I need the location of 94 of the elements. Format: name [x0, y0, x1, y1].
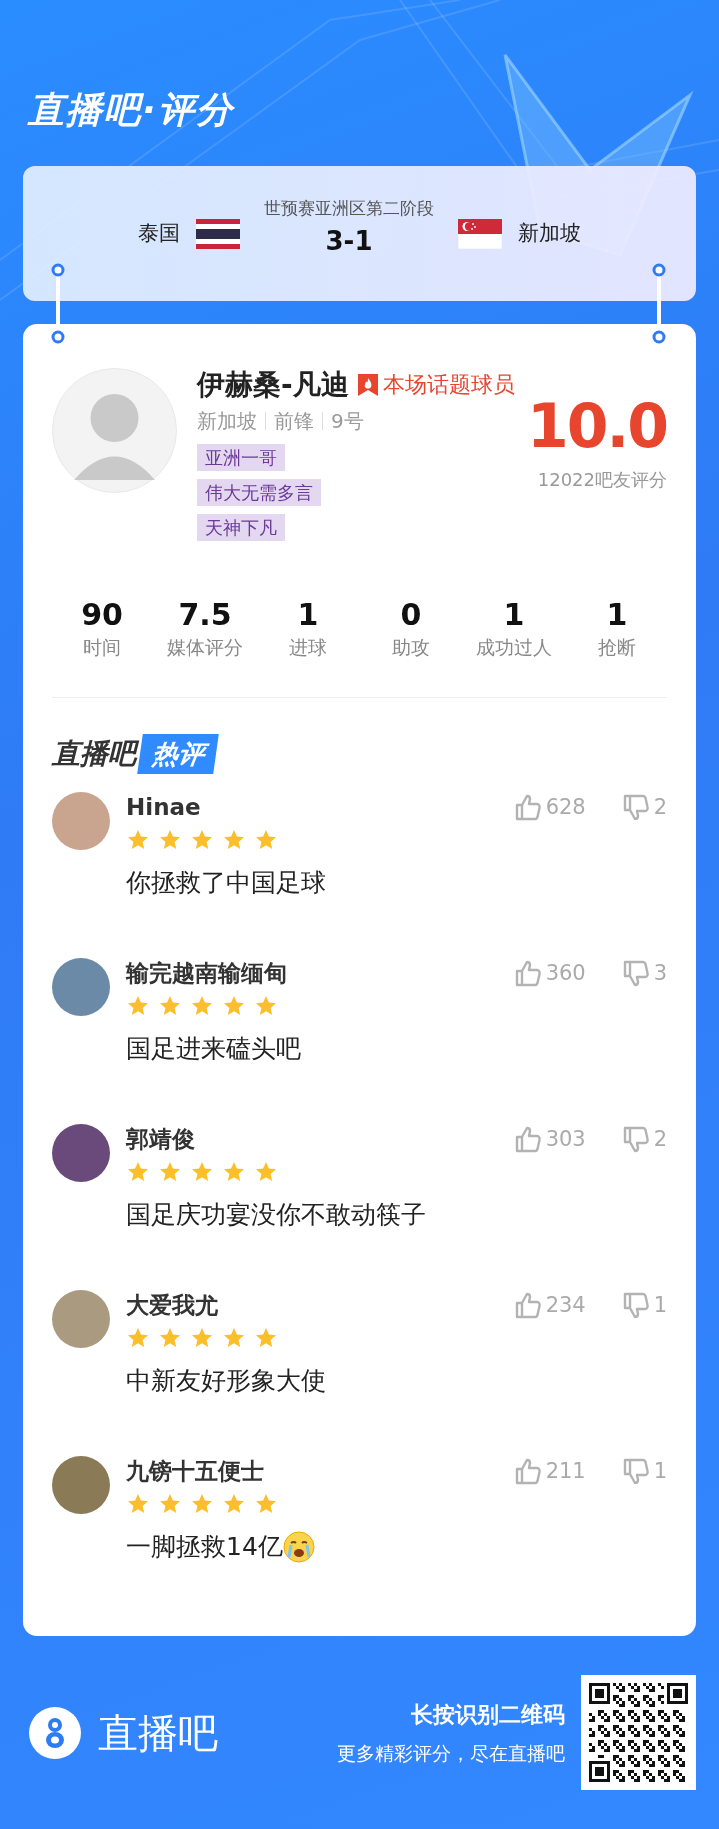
star-icon [190, 1492, 214, 1516]
star-icon [254, 994, 278, 1018]
user-name: 大爱我尤 [126, 1291, 218, 1320]
dislike-count: 1 [653, 1458, 667, 1485]
like-count: 303 [545, 1126, 586, 1153]
stat-value: 1 [606, 597, 628, 633]
rating-count: 12022吧友评分 [537, 468, 667, 492]
stat-label: 抢断 [598, 635, 636, 660]
stat-label: 进球 [289, 635, 327, 660]
footer-slogan: 更多精彩评分，尽在直播吧 [337, 1740, 565, 1766]
player-info: 前锋 [274, 408, 314, 435]
player-tag: 伟大无需多言 [197, 479, 321, 506]
user-avatar-placeholder [52, 1290, 110, 1348]
player-name: 伊赫桑-凡迪 [197, 368, 349, 402]
flame-bookmark-icon [356, 373, 379, 397]
thumbs-down-icon[interactable] [621, 1125, 650, 1153]
competition-name: 世预赛亚洲区第二阶段 [264, 197, 434, 221]
star-icon [222, 1492, 246, 1516]
comment-text: 一脚拯救14亿 [126, 1531, 283, 1563]
star-icon [254, 1492, 278, 1516]
stat-label: 媒体评分 [167, 635, 243, 660]
user-avatar-placeholder [52, 1124, 110, 1182]
dislike-count: 3 [653, 960, 667, 987]
stat-value: 1 [297, 597, 319, 633]
star-icon [190, 994, 214, 1018]
thumbs-down-icon[interactable] [621, 1291, 650, 1319]
star-icon [254, 828, 278, 852]
thumbs-down-icon[interactable] [621, 959, 650, 987]
player-rating: 10.0 [526, 394, 667, 458]
dislike-count: 2 [653, 1126, 667, 1153]
like-count: 234 [545, 1292, 586, 1319]
stat-label: 成功过人 [476, 635, 552, 660]
like-count: 360 [545, 960, 586, 987]
star-icon [190, 1160, 214, 1184]
stat-value: 90 [81, 597, 123, 633]
player-tag: 天神下凡 [197, 514, 285, 541]
stat-label: 助攻 [392, 635, 430, 660]
logo-icon [28, 1705, 82, 1760]
star-icon [126, 1492, 150, 1516]
comment-text: 中新友好形象大使 [126, 1365, 326, 1397]
star-icon [222, 994, 246, 1018]
thumbs-up-icon[interactable] [513, 959, 542, 987]
player-tag: 亚洲一哥 [197, 444, 285, 471]
comment-text: 国足进来磕头吧 [126, 1033, 301, 1065]
user-name: 郭靖俊 [126, 1125, 195, 1154]
star-icon [158, 828, 182, 852]
star-icon [254, 1160, 278, 1184]
like-count: 628 [545, 794, 586, 821]
star-icon [222, 828, 246, 852]
user-name: Hinae [126, 793, 201, 822]
like-count: 211 [545, 1458, 586, 1485]
qr-code-prompt: 长按识别二维码 [411, 1700, 565, 1729]
user-avatar-placeholder [52, 792, 110, 850]
dislike-count: 1 [653, 1292, 667, 1319]
thumbs-up-icon[interactable] [513, 1291, 542, 1319]
comment-text: 你拯救了中国足球 [126, 867, 326, 899]
star-icon [158, 994, 182, 1018]
user-avatar-placeholder [52, 1456, 110, 1514]
team-name: 新加坡 [518, 219, 581, 247]
star-icon [222, 1160, 246, 1184]
thumbs-up-icon[interactable] [513, 1125, 542, 1153]
star-icon [126, 1326, 150, 1350]
comment-text: 国足庆功宴没你不敢动筷子 [126, 1199, 426, 1231]
brand-name: 直播吧 [98, 1708, 218, 1757]
star-icon [158, 1326, 182, 1350]
stat-label: 时间 [83, 635, 121, 660]
match-score: 3-1 [325, 224, 373, 258]
thumbs-down-icon[interactable] [621, 1457, 650, 1485]
player-info: 新加坡 [197, 408, 257, 435]
flag-icon [196, 218, 240, 249]
dislike-count: 2 [653, 794, 667, 821]
stat-value: 1 [503, 597, 525, 633]
star-icon [126, 994, 150, 1018]
stat-value: 7.5 [178, 597, 232, 633]
star-icon [222, 1326, 246, 1350]
star-icon [126, 828, 150, 852]
stat-value: 0 [400, 597, 422, 633]
thumbs-up-icon[interactable] [513, 1457, 542, 1485]
topic-player-label: 本场话题球员 [382, 371, 515, 399]
star-icon [126, 1160, 150, 1184]
star-icon [190, 1326, 214, 1350]
star-icon [254, 1326, 278, 1350]
star-icon [158, 1160, 182, 1184]
user-avatar-placeholder [52, 958, 110, 1016]
flag-icon [458, 218, 502, 249]
star-icon [190, 828, 214, 852]
user-name: 九镑十五便士 [126, 1457, 264, 1486]
thumbs-up-icon[interactable] [513, 793, 542, 821]
team-name: 泰国 [138, 219, 180, 247]
thumbs-down-icon[interactable] [621, 793, 650, 821]
user-name: 输完越南输缅甸 [126, 959, 287, 988]
page-title: 直播吧·评分 [28, 89, 234, 130]
star-icon [158, 1492, 182, 1516]
player-info: 9号 [331, 408, 364, 435]
